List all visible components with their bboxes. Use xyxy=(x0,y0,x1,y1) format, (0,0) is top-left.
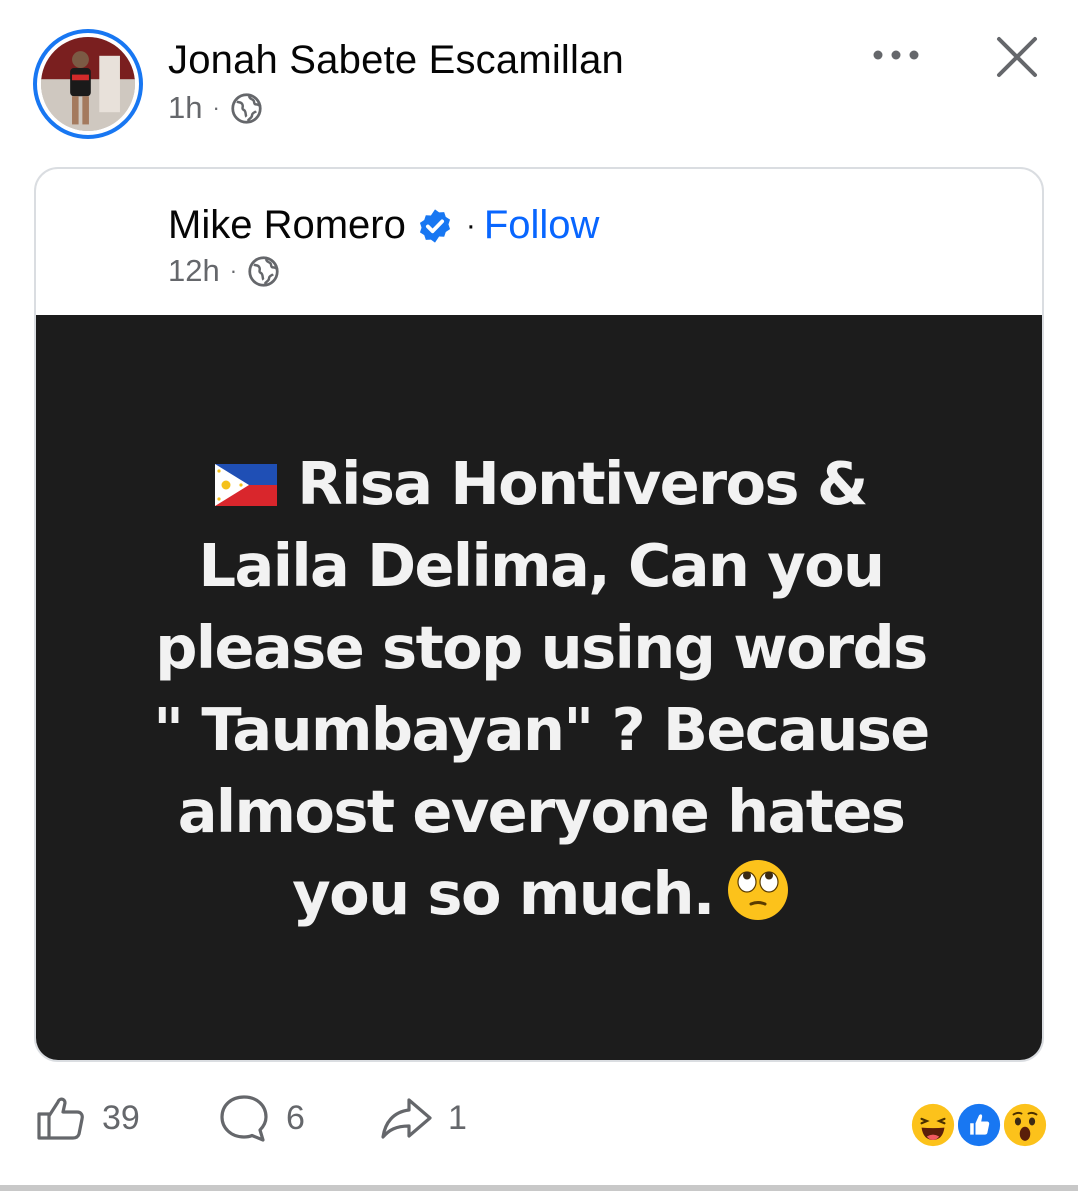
share-button[interactable]: 1 xyxy=(378,1090,467,1146)
globe-icon xyxy=(248,255,279,287)
post-text-line: Risa Hontiveros & xyxy=(96,443,986,525)
author-name[interactable]: Jonah Sabete Escamillan xyxy=(168,38,624,83)
more-options-icon[interactable] xyxy=(870,40,922,70)
share-icon xyxy=(381,1098,432,1139)
author-avatar[interactable] xyxy=(33,29,143,139)
verified-badge-icon xyxy=(419,208,450,243)
post-text-line: Laila Delima, Can you xyxy=(198,531,886,600)
post-text-line: " Taumbayan" ? Because xyxy=(153,695,930,764)
share-count: 1 xyxy=(448,1098,467,1137)
shared-post-image[interactable]: Risa Hontiveros & Laila Delima, Can you … xyxy=(36,315,1042,1060)
meta-separator: · xyxy=(229,258,238,283)
like-button[interactable]: 39 xyxy=(32,1090,140,1146)
like-icon xyxy=(37,1097,84,1140)
reactions-summary[interactable] xyxy=(908,1100,1050,1154)
post-image-text: Risa Hontiveros & Laila Delima, Can you … xyxy=(96,443,986,935)
post-time[interactable]: 1h xyxy=(168,90,202,126)
post-text-line: please stop using words xyxy=(155,613,928,682)
shared-author-row: Mike Romero · Follow xyxy=(168,203,599,248)
haha-emoji xyxy=(908,1100,958,1150)
close-icon[interactable] xyxy=(992,32,1042,82)
shared-post-time[interactable]: 12h xyxy=(168,253,220,289)
face-with-rolling-eyes-emoji xyxy=(727,860,788,920)
meta-separator: · xyxy=(212,95,220,120)
comment-button[interactable]: 6 xyxy=(216,1090,305,1146)
post-text-line: almost everyone hates xyxy=(177,777,906,846)
author-avatar-image xyxy=(41,37,135,131)
like-count: 39 xyxy=(102,1098,140,1137)
wow-emoji xyxy=(1000,1100,1050,1150)
divider xyxy=(0,1185,1078,1191)
like-emoji xyxy=(954,1100,1004,1150)
comment-icon xyxy=(220,1095,268,1142)
post-meta: 1h · xyxy=(168,90,263,126)
shared-post-meta: 12h · xyxy=(168,253,280,289)
comment-count: 6 xyxy=(286,1098,305,1137)
philippine-flag-emoji xyxy=(215,464,278,506)
shared-author-name[interactable]: Mike Romero xyxy=(168,203,406,248)
follow-separator: · xyxy=(465,208,476,242)
follow-button[interactable]: Follow xyxy=(484,203,600,248)
post-header: Jonah Sabete Escamillan 1h · xyxy=(0,0,1078,160)
post-text-line: you so much. xyxy=(96,853,986,935)
shared-post-card[interactable]: Mike Romero · Follow 12h · Risa Hontiver… xyxy=(34,167,1044,1062)
globe-icon xyxy=(231,92,262,124)
